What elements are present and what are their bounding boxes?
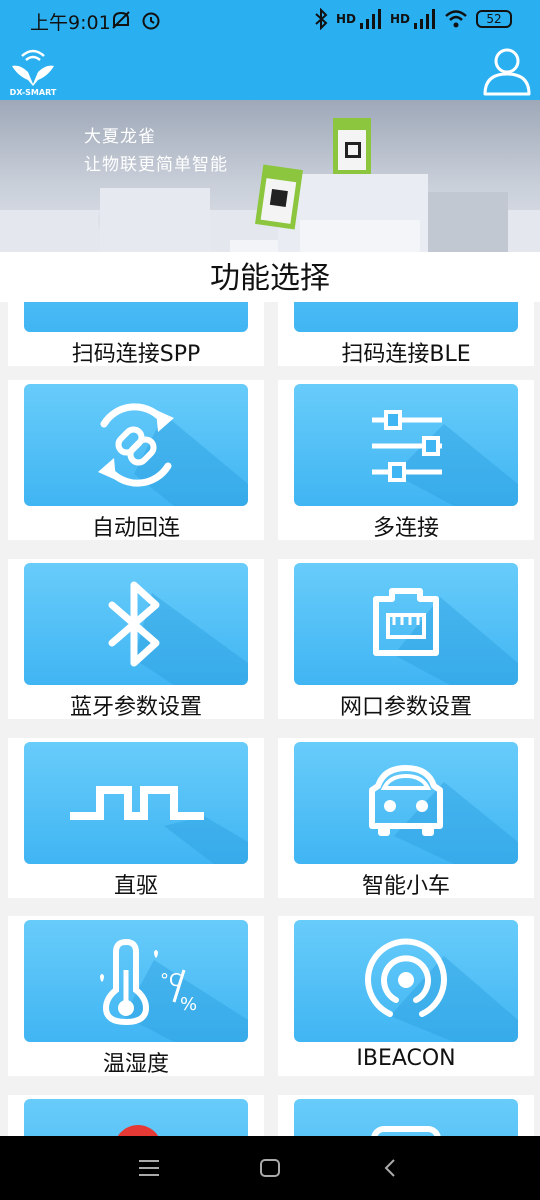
user-profile-button[interactable]: [482, 44, 532, 98]
function-label: 直驱: [113, 874, 158, 899]
user-icon: [483, 48, 531, 96]
auto-reconnect-icon: [98, 403, 248, 506]
app-bar: DX-SMART: [0, 42, 540, 100]
square-wave-icon: [70, 786, 248, 864]
signal-icon-2: [414, 9, 435, 29]
app-logo: DX-SMART: [8, 46, 58, 98]
function-card-auto-reconnect[interactable]: 自动回连: [8, 380, 264, 541]
network-label-2: HD: [389, 12, 410, 26]
function-label: 温湿度: [102, 1052, 169, 1077]
alarm-icon: [142, 12, 160, 30]
function-card-ibeacon[interactable]: IBEACON: [278, 916, 534, 1076]
function-label: 多连接: [372, 516, 439, 541]
promo-banner[interactable]: 大夏龙雀 让物联更简单智能: [0, 100, 540, 252]
banner-illustration: [0, 118, 540, 252]
mute-icon: [112, 11, 130, 29]
signal-icon: [359, 9, 381, 29]
dx-smart-logo-icon: [12, 49, 54, 86]
ethernet-port-icon: [373, 588, 518, 685]
function-label: 扫码连接BLE: [341, 342, 471, 367]
network-label-1: HD: [335, 12, 356, 26]
function-card-smart-car[interactable]: 智能小车: [278, 738, 534, 899]
function-label: 蓝牙参数设置: [69, 695, 202, 720]
bluetooth-icon: [108, 581, 248, 685]
function-card-temp-humidity[interactable]: °C % 温湿度: [8, 916, 264, 1077]
function-card-partial-left[interactable]: [8, 1095, 264, 1136]
red-dot-icon: [117, 1125, 159, 1136]
function-label: 智能小车: [361, 874, 450, 899]
car-icon: [369, 765, 518, 864]
percent-unit: %: [180, 994, 197, 1015]
system-nav-bar: [0, 1136, 540, 1200]
function-card-ethernet-settings[interactable]: 网口参数设置: [278, 559, 534, 720]
section-title: 功能选择: [0, 252, 540, 302]
ibeacon-icon: [365, 938, 518, 1042]
function-card-bluetooth-settings[interactable]: 蓝牙参数设置: [8, 559, 264, 720]
wifi-icon: [445, 10, 467, 28]
tile-scan-spp: [24, 302, 248, 332]
function-card-multi-connect[interactable]: 多连接: [278, 380, 534, 541]
tile-scan-ble: [294, 302, 518, 332]
status-time: 上午9:01: [30, 12, 111, 34]
status-bar: 上午9:01 HD HD 52: [0, 0, 540, 42]
function-label: 扫码连接SPP: [71, 342, 201, 367]
function-label: 网口参数设置: [339, 695, 472, 720]
bluetooth-icon: [315, 8, 328, 30]
home-icon[interactable]: [259, 1158, 281, 1178]
thermometer-humidity-icon: °C %: [100, 938, 248, 1042]
sliders-icon: [372, 410, 518, 506]
battery-icon: 52: [476, 10, 512, 28]
unknown-icon: [371, 1126, 441, 1136]
function-card-scan-ble[interactable]: 扫码连接BLE: [278, 302, 534, 367]
banner-line-2: 让物联更简单智能: [84, 155, 228, 175]
banner-line-1: 大夏龙雀: [84, 127, 156, 147]
function-card-direct-drive[interactable]: 直驱: [8, 738, 264, 899]
function-label: 自动回连: [91, 516, 180, 541]
function-label: IBEACON: [356, 1046, 456, 1071]
menu-icon[interactable]: [138, 1158, 160, 1178]
back-icon[interactable]: [382, 1158, 398, 1178]
function-card-partial-right[interactable]: [278, 1095, 534, 1136]
function-card-scan-spp[interactable]: 扫码连接SPP: [8, 302, 264, 367]
function-grid: 扫码连接SPP 扫码连接BLE 自动回连 多连接 蓝牙参数设置 网口参数设置 直…: [0, 302, 540, 1136]
logo-text: DX-SMART: [9, 88, 57, 97]
